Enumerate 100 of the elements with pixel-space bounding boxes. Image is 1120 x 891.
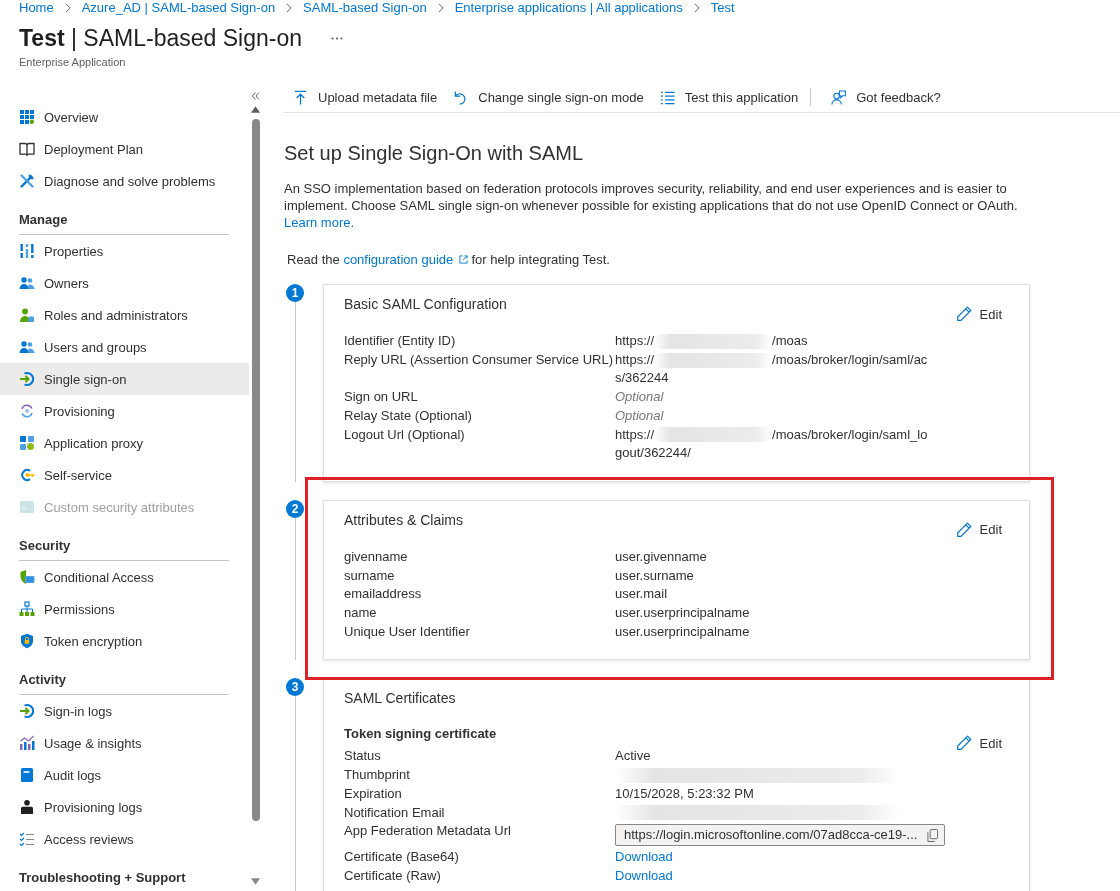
scrollbar-thumb[interactable] [251,119,260,821]
step-number: 1 [286,284,304,302]
sidebar-item[interactable]: Self-service [0,459,249,491]
step-number: 3 [286,678,304,697]
step-number: 2 [286,499,304,518]
sidebar-item[interactable]: Diagnose and solve problems [0,165,249,197]
field-label: Certificate (Base64) [344,848,460,867]
sidebar-item[interactable]: Usage & insights [0,727,249,759]
field-value: user.userprincipalname [615,622,750,641]
field-value: user.mail [615,585,668,604]
collapse-icon[interactable] [251,91,260,101]
url-field[interactable]: https://login.microsoftonline.com/07ad8cca-ce19-... [615,824,946,847]
chart-icon [19,735,35,751]
field-value: /moas/broker/login/saml/ac [772,350,928,369]
sidebar-item[interactable]: Permissions [0,593,249,625]
notebook-icon [19,767,35,783]
sidebar-item[interactable]: Application proxy [0,427,249,459]
people-icon [19,275,35,291]
field-value: user.givenname [615,547,707,566]
shield-lock-icon [19,633,35,649]
sidebar-item[interactable]: Audit logs [0,759,249,791]
placeholder-text: Optional [615,406,664,425]
scroll-up-icon[interactable] [251,106,260,113]
section-header: Activity [19,671,229,695]
guide-text: Read the configuration guide for help integrating Test. [287,251,611,268]
more-icon[interactable] [331,36,343,40]
field-label: Logout Url (Optional) [344,425,466,444]
chevron-icon [286,2,293,13]
learn-more-link[interactable]: Learn more. [284,215,355,230]
field-label: givenname [344,547,409,566]
edit-button[interactable]: Edit [955,517,1002,542]
field-label: Expiration [344,784,403,803]
feedback-button[interactable]: Got feedback? [823,83,949,111]
breadcrumb-link[interactable]: Azure_AD | SAML-based Sign-on [81,0,276,15]
field-value: user.userprincipalname [615,604,750,623]
field-label: App Federation Metadata Url [344,822,512,841]
sidebar-item[interactable]: Provisioning [0,395,249,427]
intro-paragraph: An SSO implementation based on federation protocols improves security, reliability, and end user experiences and is easier to implement. Choose SAML single sign-on whenever possible for existing applications that do not use OpenID Connect or OAuth. Learn more. [284,180,1019,231]
sidebar-item[interactable]: Owners [0,267,249,299]
pencil-icon [955,521,972,538]
edit-button[interactable]: Edit [955,302,1002,326]
sidebar-item[interactable]: Users and groups [0,331,249,363]
field-label: Status [344,747,382,766]
tiles-icon [19,435,35,451]
section-header: Manage [19,211,229,235]
pencil-icon [955,306,972,322]
sidebar-item[interactable]: Sign-in logs [0,695,249,727]
sidebar-item[interactable]: Single sign-on [0,363,249,395]
breadcrumb-link[interactable]: Test [710,0,735,15]
card-title: Attributes & Claims [344,510,465,530]
pencil-icon [955,735,972,752]
toolbar-button[interactable]: Upload metadata file [284,83,446,111]
download-link[interactable]: Download [615,848,673,867]
sidebar-item[interactable]: Deployment Plan [0,133,249,165]
field-label: name [344,604,378,623]
sidebar-item[interactable]: Provisioning logs [0,791,249,823]
toolbar-button[interactable]: Test this application [651,83,807,111]
sidebar-item[interactable]: Conditional Access [0,561,249,593]
edit-button[interactable]: Edit [955,731,1002,756]
section-header: Troubleshooting + Support [19,869,229,891]
field-label: Unique User Identifier [344,622,471,641]
placeholder-text: Optional [615,388,664,407]
upload-icon [293,89,308,105]
chevron-icon [64,2,71,13]
sync-icon [19,403,35,419]
field-label: Thumbprint [344,766,411,785]
breadcrumb-link[interactable]: Home [19,0,54,15]
field-label: surname [344,566,396,585]
field-label: Certificate (Raw) [344,866,442,885]
download-link[interactable]: Download [615,866,673,886]
scroll-down-icon[interactable] [251,878,260,885]
sliders-icon [19,243,35,259]
configuration-guide-link[interactable]: configuration guide [343,252,468,267]
person-badge-icon [19,307,35,323]
field-label: emailaddress [344,585,423,604]
field-value: s/362244 [615,369,669,388]
sidebar-item[interactable]: Properties [0,235,249,267]
breadcrumb-link[interactable]: SAML-based Sign-on [303,0,427,15]
grid-icon [19,109,35,125]
sidebar-item[interactable]: Roles and administrators [0,299,249,331]
book-icon [19,141,35,157]
sidebar-item[interactable]: Overview [0,101,249,133]
field-label: Notification Email [344,803,446,822]
sidebar-item[interactable]: Token encryption [0,625,249,657]
field-label: Identifier (Entity ID) [344,332,457,350]
chevron-icon [693,2,700,13]
toolbar-button[interactable]: Change single sign-on mode [445,83,652,111]
people-icon [19,339,35,355]
sign-in-icon [19,371,35,387]
section-heading: Set up Single Sign-On with SAML [284,141,585,166]
shield-list-icon [19,569,35,585]
field-value: https:// [615,332,655,350]
breadcrumb-link[interactable]: Enterprise applications | All applications [454,0,683,15]
field-label: Sign on URL [344,388,419,407]
copy-icon[interactable] [927,828,939,842]
card-title: Basic SAML Configuration [344,295,508,314]
sign-in-icon [19,703,35,719]
sidebar-item[interactable]: Access reviews [0,823,249,855]
card-icon [19,499,35,515]
field-value: /moas [772,332,808,350]
